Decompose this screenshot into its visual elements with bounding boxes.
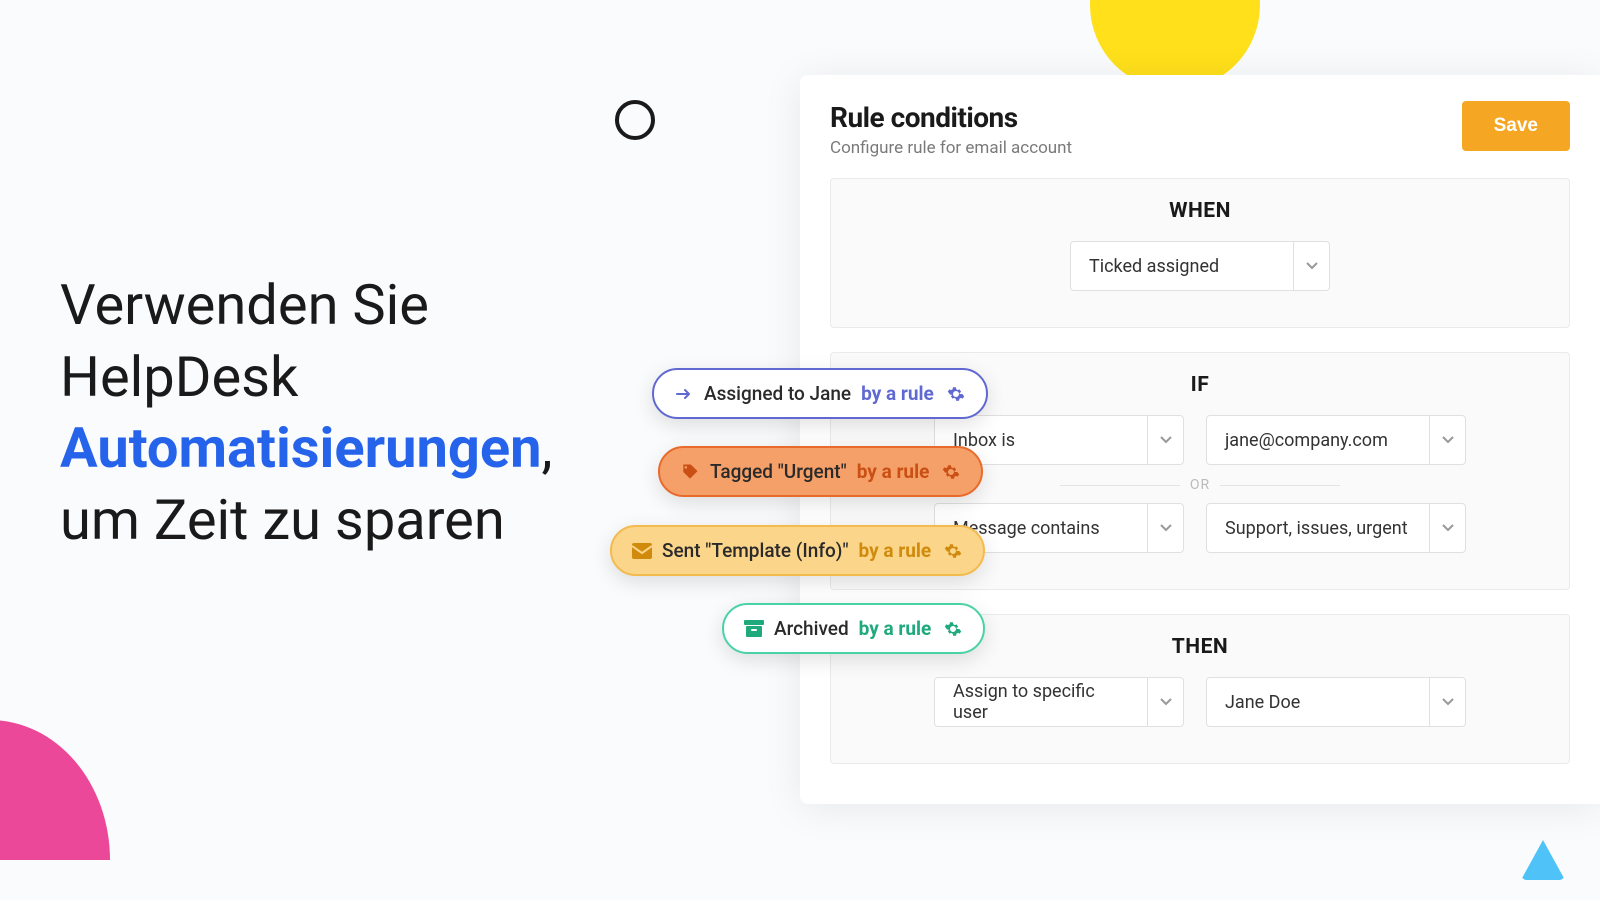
gear-icon bbox=[943, 619, 963, 639]
chevron-down-icon bbox=[1429, 504, 1465, 552]
chevron-down-icon bbox=[1147, 678, 1183, 726]
activity-chip-assigned: Assigned to Jane by a rule bbox=[652, 368, 988, 419]
chevron-down-icon bbox=[1293, 242, 1329, 290]
decorative-ring-icon bbox=[615, 100, 655, 140]
when-trigger-select[interactable]: Ticked assigned bbox=[1070, 241, 1330, 291]
chip-by-rule: by a rule bbox=[859, 617, 932, 640]
chip-text: Tagged "Urgent" bbox=[710, 460, 847, 483]
tag-icon bbox=[680, 462, 700, 482]
panel-title: Rule conditions bbox=[830, 101, 1072, 134]
headline-line-2: HelpDesk bbox=[60, 344, 298, 410]
if-value-select-1[interactable]: Support, issues, urgent bbox=[1206, 503, 1466, 553]
save-button[interactable]: Save bbox=[1462, 101, 1570, 151]
panel-header: Rule conditions Configure rule for email… bbox=[800, 101, 1600, 178]
then-target-value: Jane Doe bbox=[1207, 692, 1429, 713]
activity-chip-sent: Sent "Template (Info)" by a rule bbox=[610, 525, 985, 576]
headline-line-1: Verwenden Sie bbox=[60, 272, 429, 338]
chip-text: Archived bbox=[774, 617, 849, 640]
panel-subtitle: Configure rule for email account bbox=[830, 138, 1072, 158]
chevron-down-icon bbox=[1147, 504, 1183, 552]
gear-icon bbox=[941, 462, 961, 482]
headline-line-3: um Zeit zu sparen bbox=[60, 487, 505, 553]
gear-icon bbox=[946, 384, 966, 404]
marketing-headline: Verwenden Sie HelpDesk Automatisierungen… bbox=[60, 270, 660, 557]
gear-icon bbox=[943, 541, 963, 561]
activity-chip-archived: Archived by a rule bbox=[722, 603, 985, 654]
decorative-pink-leaf bbox=[0, 720, 110, 860]
chip-by-rule: by a rule bbox=[861, 382, 934, 405]
rule-conditions-panel: Rule conditions Configure rule for email… bbox=[800, 75, 1600, 804]
headline-comma: , bbox=[541, 415, 552, 481]
chevron-down-icon bbox=[1429, 416, 1465, 464]
decorative-blue-triangle bbox=[1521, 840, 1565, 880]
mail-icon bbox=[632, 541, 652, 561]
if-value-select-0[interactable]: jane@company.com bbox=[1206, 415, 1466, 465]
when-section: WHEN Ticked assigned bbox=[830, 178, 1570, 328]
if-value-1: Support, issues, urgent bbox=[1207, 518, 1429, 539]
headline-highlight: Automatisierungen bbox=[60, 415, 541, 481]
archive-icon bbox=[744, 619, 764, 639]
chip-text: Assigned to Jane bbox=[704, 382, 851, 405]
then-action-value: Assign to specific user bbox=[935, 681, 1147, 723]
when-label: WHEN bbox=[831, 199, 1569, 223]
chip-by-rule: by a rule bbox=[859, 539, 932, 562]
chip-by-rule: by a rule bbox=[857, 460, 930, 483]
then-action-select[interactable]: Assign to specific user bbox=[934, 677, 1184, 727]
chevron-down-icon bbox=[1147, 416, 1183, 464]
activity-chip-tagged: Tagged "Urgent" by a rule bbox=[658, 446, 983, 497]
then-target-select[interactable]: Jane Doe bbox=[1206, 677, 1466, 727]
chip-text: Sent "Template (Info)" bbox=[662, 539, 849, 562]
if-value-0: jane@company.com bbox=[1207, 430, 1429, 451]
arrow-right-icon bbox=[674, 384, 694, 404]
when-trigger-value: Ticked assigned bbox=[1071, 256, 1293, 277]
chevron-down-icon bbox=[1429, 678, 1465, 726]
